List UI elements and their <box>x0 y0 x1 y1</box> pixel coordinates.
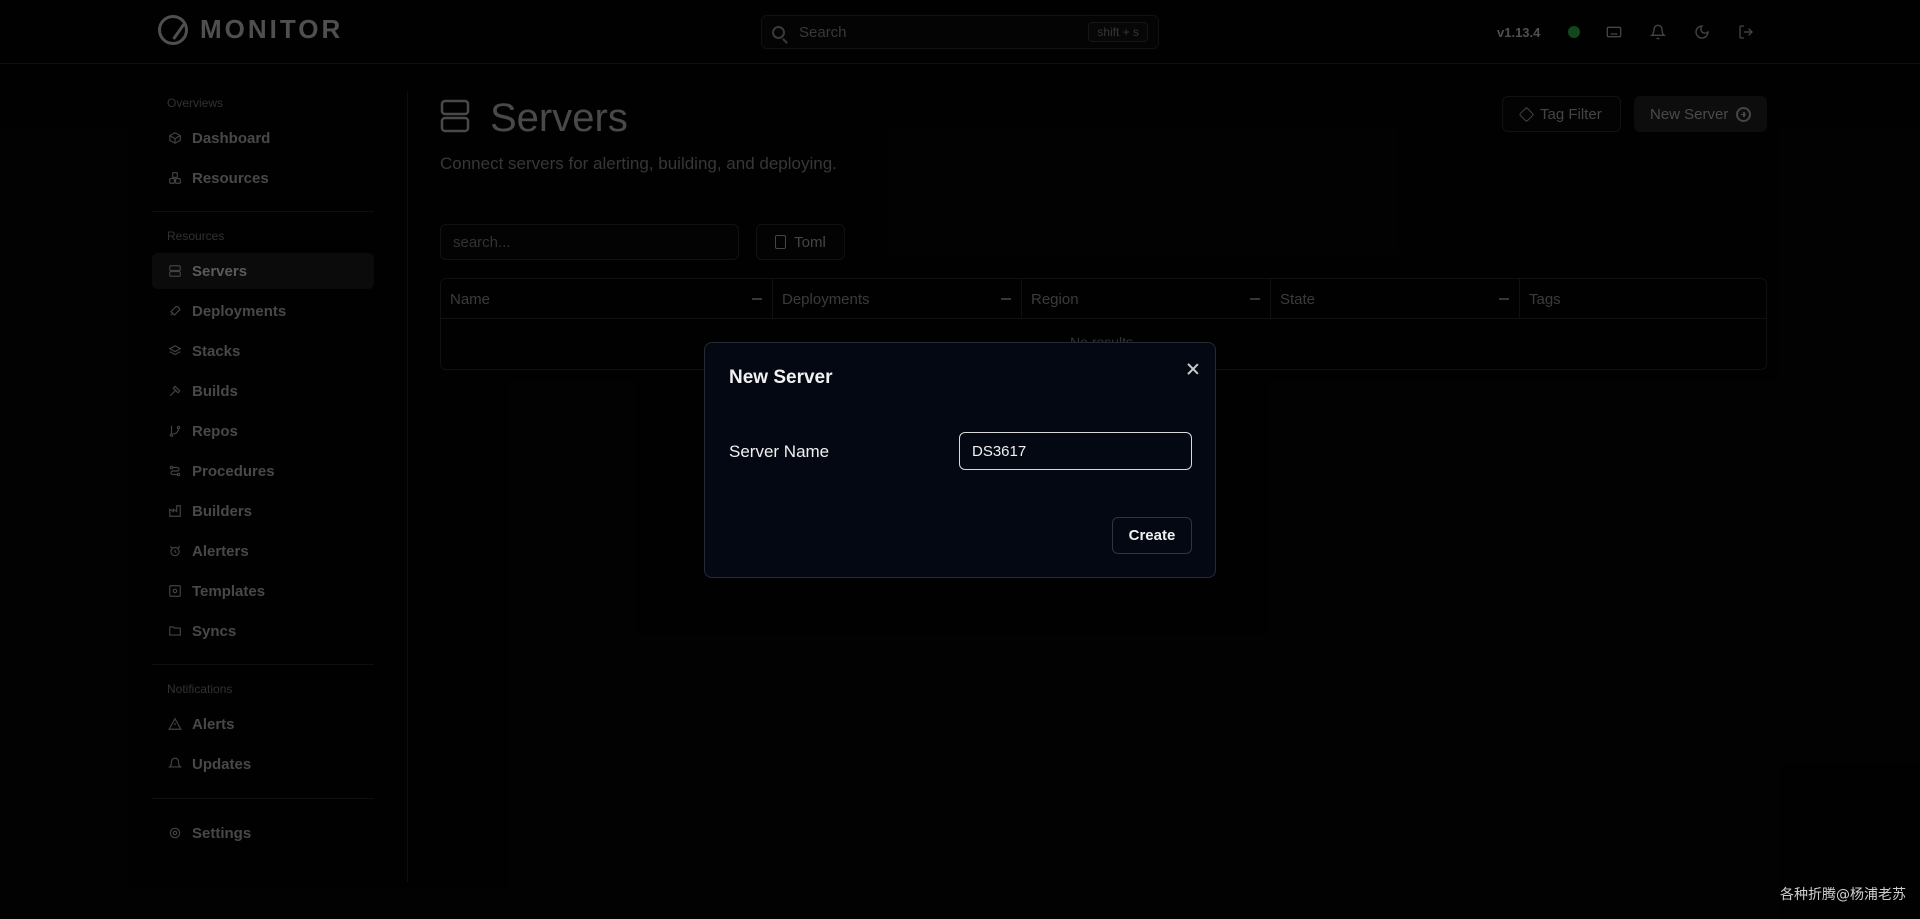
watermark-text: 各种折腾@杨浦老苏 <box>1780 887 1906 903</box>
dialog-title: New Server <box>729 367 833 388</box>
server-name-input[interactable] <box>959 432 1192 470</box>
server-name-label: Server Name <box>729 442 830 461</box>
create-button[interactable]: Create <box>1112 517 1192 554</box>
new-server-dialog: New Server Server Name Create <box>704 342 1216 578</box>
close-icon[interactable] <box>1184 360 1202 378</box>
